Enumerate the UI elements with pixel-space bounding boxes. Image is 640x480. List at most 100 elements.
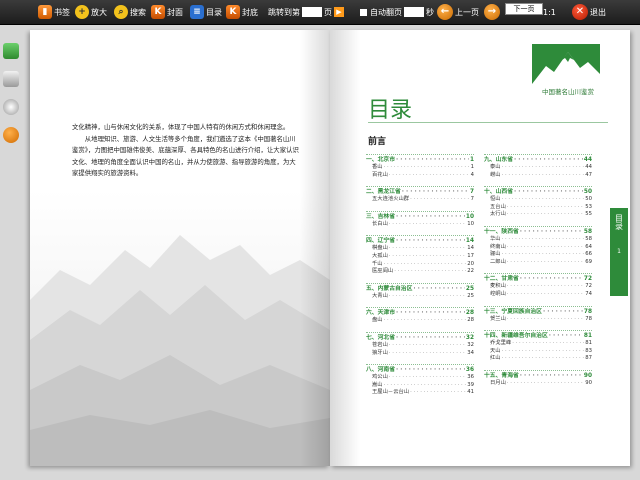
toc-group: 十三、宁夏回族自治区78 贺兰山78 bbox=[484, 305, 592, 324]
close-icon: ✕ bbox=[572, 4, 588, 20]
toc-entry[interactable]: 乔戈里峰81 bbox=[484, 340, 592, 348]
toc-entry[interactable]: 盘山28 bbox=[366, 317, 474, 325]
auto-flip-checkbox[interactable] bbox=[360, 8, 367, 16]
search-button[interactable]: ⌕ 搜索 bbox=[114, 3, 146, 21]
toc-tab-page: 1 bbox=[617, 248, 621, 255]
toc-column-left: 一、北京市1 香山1 百花山4 二、黑龙江省7 五大连池火山群7 三、吉林省10… bbox=[366, 154, 474, 404]
toc-entry[interactable]: 麦积山72 bbox=[484, 283, 592, 291]
toc-entry[interactable]: 百花山4 bbox=[366, 172, 474, 180]
toc-province[interactable]: 三、吉林省10 bbox=[366, 210, 474, 221]
left-page[interactable]: 文化精神，山与休闲文化的关系，体现了中国人特有的休闲方式和休闲理念。 从地理知识… bbox=[30, 30, 330, 466]
back-cover-button[interactable]: K 封底 bbox=[226, 3, 258, 21]
cart-icon bbox=[3, 43, 19, 59]
toc-entry[interactable]: 棋盘山14 bbox=[366, 245, 474, 253]
search-label: 搜索 bbox=[130, 7, 146, 17]
toc-province[interactable]: 五、内蒙古自治区25 bbox=[366, 282, 474, 293]
toc-entry[interactable]: 太行山55 bbox=[484, 211, 592, 219]
toc-province[interactable]: 九、山东省44 bbox=[484, 154, 592, 164]
image-tool[interactable] bbox=[0, 68, 22, 90]
jump-unit: 页 bbox=[324, 7, 332, 17]
toc-group: 二、黑龙江省7 五大连池火山群7 bbox=[366, 186, 474, 204]
cart-tool[interactable] bbox=[0, 40, 22, 62]
toc-province[interactable]: 一、北京市1 bbox=[366, 154, 474, 164]
toc-entry[interactable]: 狼牙山34 bbox=[366, 350, 474, 358]
intro-text: 文化精神，山与休闲文化的关系，体现了中国人特有的休闲方式和休闲理念。 从地理知识… bbox=[72, 122, 302, 180]
page-indicator: 1:1 bbox=[543, 3, 556, 21]
prev-page-button[interactable]: ← 上一页 bbox=[437, 3, 479, 21]
toc-province[interactable]: 二、黑龙江省7 bbox=[366, 186, 474, 196]
image-icon bbox=[3, 71, 19, 87]
toc-province[interactable]: 四、辽宁省14 bbox=[366, 235, 474, 245]
toc-group: 一、北京市1 香山1 百花山4 bbox=[366, 154, 474, 179]
toc-entry[interactable]: 香山1 bbox=[366, 164, 474, 172]
jump-to-page: 跳转到第 页 ▶ bbox=[268, 3, 344, 21]
toc-group: 七、河北省32 苍岩山32 狼牙山34 bbox=[366, 331, 474, 358]
toc-entry[interactable]: 鸡公山36 bbox=[366, 374, 474, 382]
info-tool[interactable] bbox=[0, 124, 22, 146]
next-page-button[interactable]: → bbox=[484, 3, 502, 21]
exit-button[interactable]: ✕ 退出 bbox=[572, 3, 606, 21]
prev-page-label: 上一页 bbox=[455, 7, 479, 17]
toc-province[interactable]: 十、山西省50 bbox=[484, 186, 592, 196]
toc-entry[interactable]: 恒山50 bbox=[484, 196, 592, 204]
intro-paragraph: 从地理知识、旅游、人文生活等多个角度，我们遴选了这本《中国著名山川鉴赏》，力图把… bbox=[72, 134, 299, 178]
settings-tool[interactable] bbox=[0, 96, 22, 118]
toc-province[interactable]: 十一、陕西省58 bbox=[484, 225, 592, 236]
cover-button[interactable]: K 封面 bbox=[151, 3, 183, 21]
toc-entry[interactable]: 泰山44 bbox=[484, 164, 592, 172]
toc-entry[interactable]: 骊山66 bbox=[484, 251, 592, 259]
toc-entry[interactable]: 大青山25 bbox=[366, 293, 474, 301]
reader-toolbar: ▮ 书签 + 放大 ⌕ 搜索 K 封面 ≡ 目录 K 封底 跳转到第 页 ▶ 自… bbox=[0, 0, 640, 25]
zoom-icon: + bbox=[75, 5, 89, 19]
toc-group: 十五、青海省90 日月山90 bbox=[484, 369, 592, 388]
spine-shadow bbox=[330, 30, 360, 466]
mountain-logo-icon bbox=[532, 44, 600, 84]
toc-group: 九、山东省44 泰山44 崂山47 bbox=[484, 154, 592, 179]
auto-flip-label: 自动翻页 bbox=[370, 7, 402, 17]
toc-entry[interactable]: 王屋山－云台山41 bbox=[366, 389, 474, 397]
toc-entry[interactable]: 二郎山69 bbox=[484, 259, 592, 267]
toc-province[interactable]: 十三、宁夏回族自治区78 bbox=[484, 305, 592, 316]
toc-entry[interactable]: 日月山90 bbox=[484, 380, 592, 388]
toc-province[interactable]: 十二、甘肃省72 bbox=[484, 273, 592, 283]
zoom-label: 放大 bbox=[91, 7, 107, 17]
toc-province[interactable]: 十五、青海省90 bbox=[484, 369, 592, 380]
toc-province[interactable]: 七、河北省32 bbox=[366, 331, 474, 342]
jump-page-input[interactable] bbox=[302, 7, 322, 17]
mountain-background-image bbox=[30, 190, 330, 466]
toc-entry[interactable]: 五大连池火山群7 bbox=[366, 196, 474, 204]
toc-group: 十二、甘肃省72 麦积山72 崆峒山74 bbox=[484, 273, 592, 298]
toc-entry[interactable]: 红山87 bbox=[484, 355, 592, 363]
toc-preface-link[interactable]: 前言 bbox=[368, 134, 386, 147]
toc-entry[interactable]: 华山58 bbox=[484, 236, 592, 244]
exit-label: 退出 bbox=[590, 7, 606, 17]
toc-entry[interactable]: 崆峒山74 bbox=[484, 291, 592, 299]
toc-entry[interactable]: 苍岩山32 bbox=[366, 342, 474, 350]
book-title-caption: 中国著名山川鉴赏 bbox=[542, 88, 594, 96]
toc-province[interactable]: 十四、新疆维吾尔自治区81 bbox=[484, 330, 592, 340]
toc-entry[interactable]: 贺兰山78 bbox=[484, 316, 592, 324]
toc-group: 十、山西省50 恒山50 五台山53 太行山55 bbox=[484, 186, 592, 219]
back-cover-icon: K bbox=[226, 5, 240, 19]
toc-entry[interactable]: 医巫闾山22 bbox=[366, 268, 474, 276]
toc-province[interactable]: 八、河南省36 bbox=[366, 364, 474, 374]
cover-icon: K bbox=[151, 5, 165, 19]
toc-tab-label: 目录 bbox=[614, 214, 624, 230]
auto-flip-seconds-input[interactable] bbox=[404, 7, 424, 17]
toc-group: 八、河南省36 鸡公山36 嵩山39 王屋山－云台山41 bbox=[366, 364, 474, 397]
contents-icon: ≡ bbox=[190, 5, 204, 19]
bookmark-button[interactable]: ▮ 书签 bbox=[38, 3, 70, 21]
toc-entry[interactable]: 大孤山17 bbox=[366, 253, 474, 261]
toc-entry[interactable]: 长白山10 bbox=[366, 221, 474, 229]
jump-go-icon[interactable]: ▶ bbox=[334, 7, 344, 17]
toc-entry[interactable]: 崂山47 bbox=[484, 172, 592, 180]
contents-label: 目录 bbox=[206, 7, 222, 17]
right-page[interactable]: 中国著名山川鉴赏 目录 前言 一、北京市1 香山1 百花山4 二、黑龙江省7 五… bbox=[330, 30, 630, 466]
toc-divider bbox=[368, 122, 608, 123]
contents-button[interactable]: ≡ 目录 bbox=[190, 3, 222, 21]
search-icon: ⌕ bbox=[114, 5, 128, 19]
back-cover-label: 封底 bbox=[242, 7, 258, 17]
zoom-button[interactable]: + 放大 bbox=[75, 3, 107, 21]
toc-bookmark-tab[interactable]: 目录 1 bbox=[610, 208, 628, 296]
toc-province[interactable]: 六、天津市28 bbox=[366, 307, 474, 317]
